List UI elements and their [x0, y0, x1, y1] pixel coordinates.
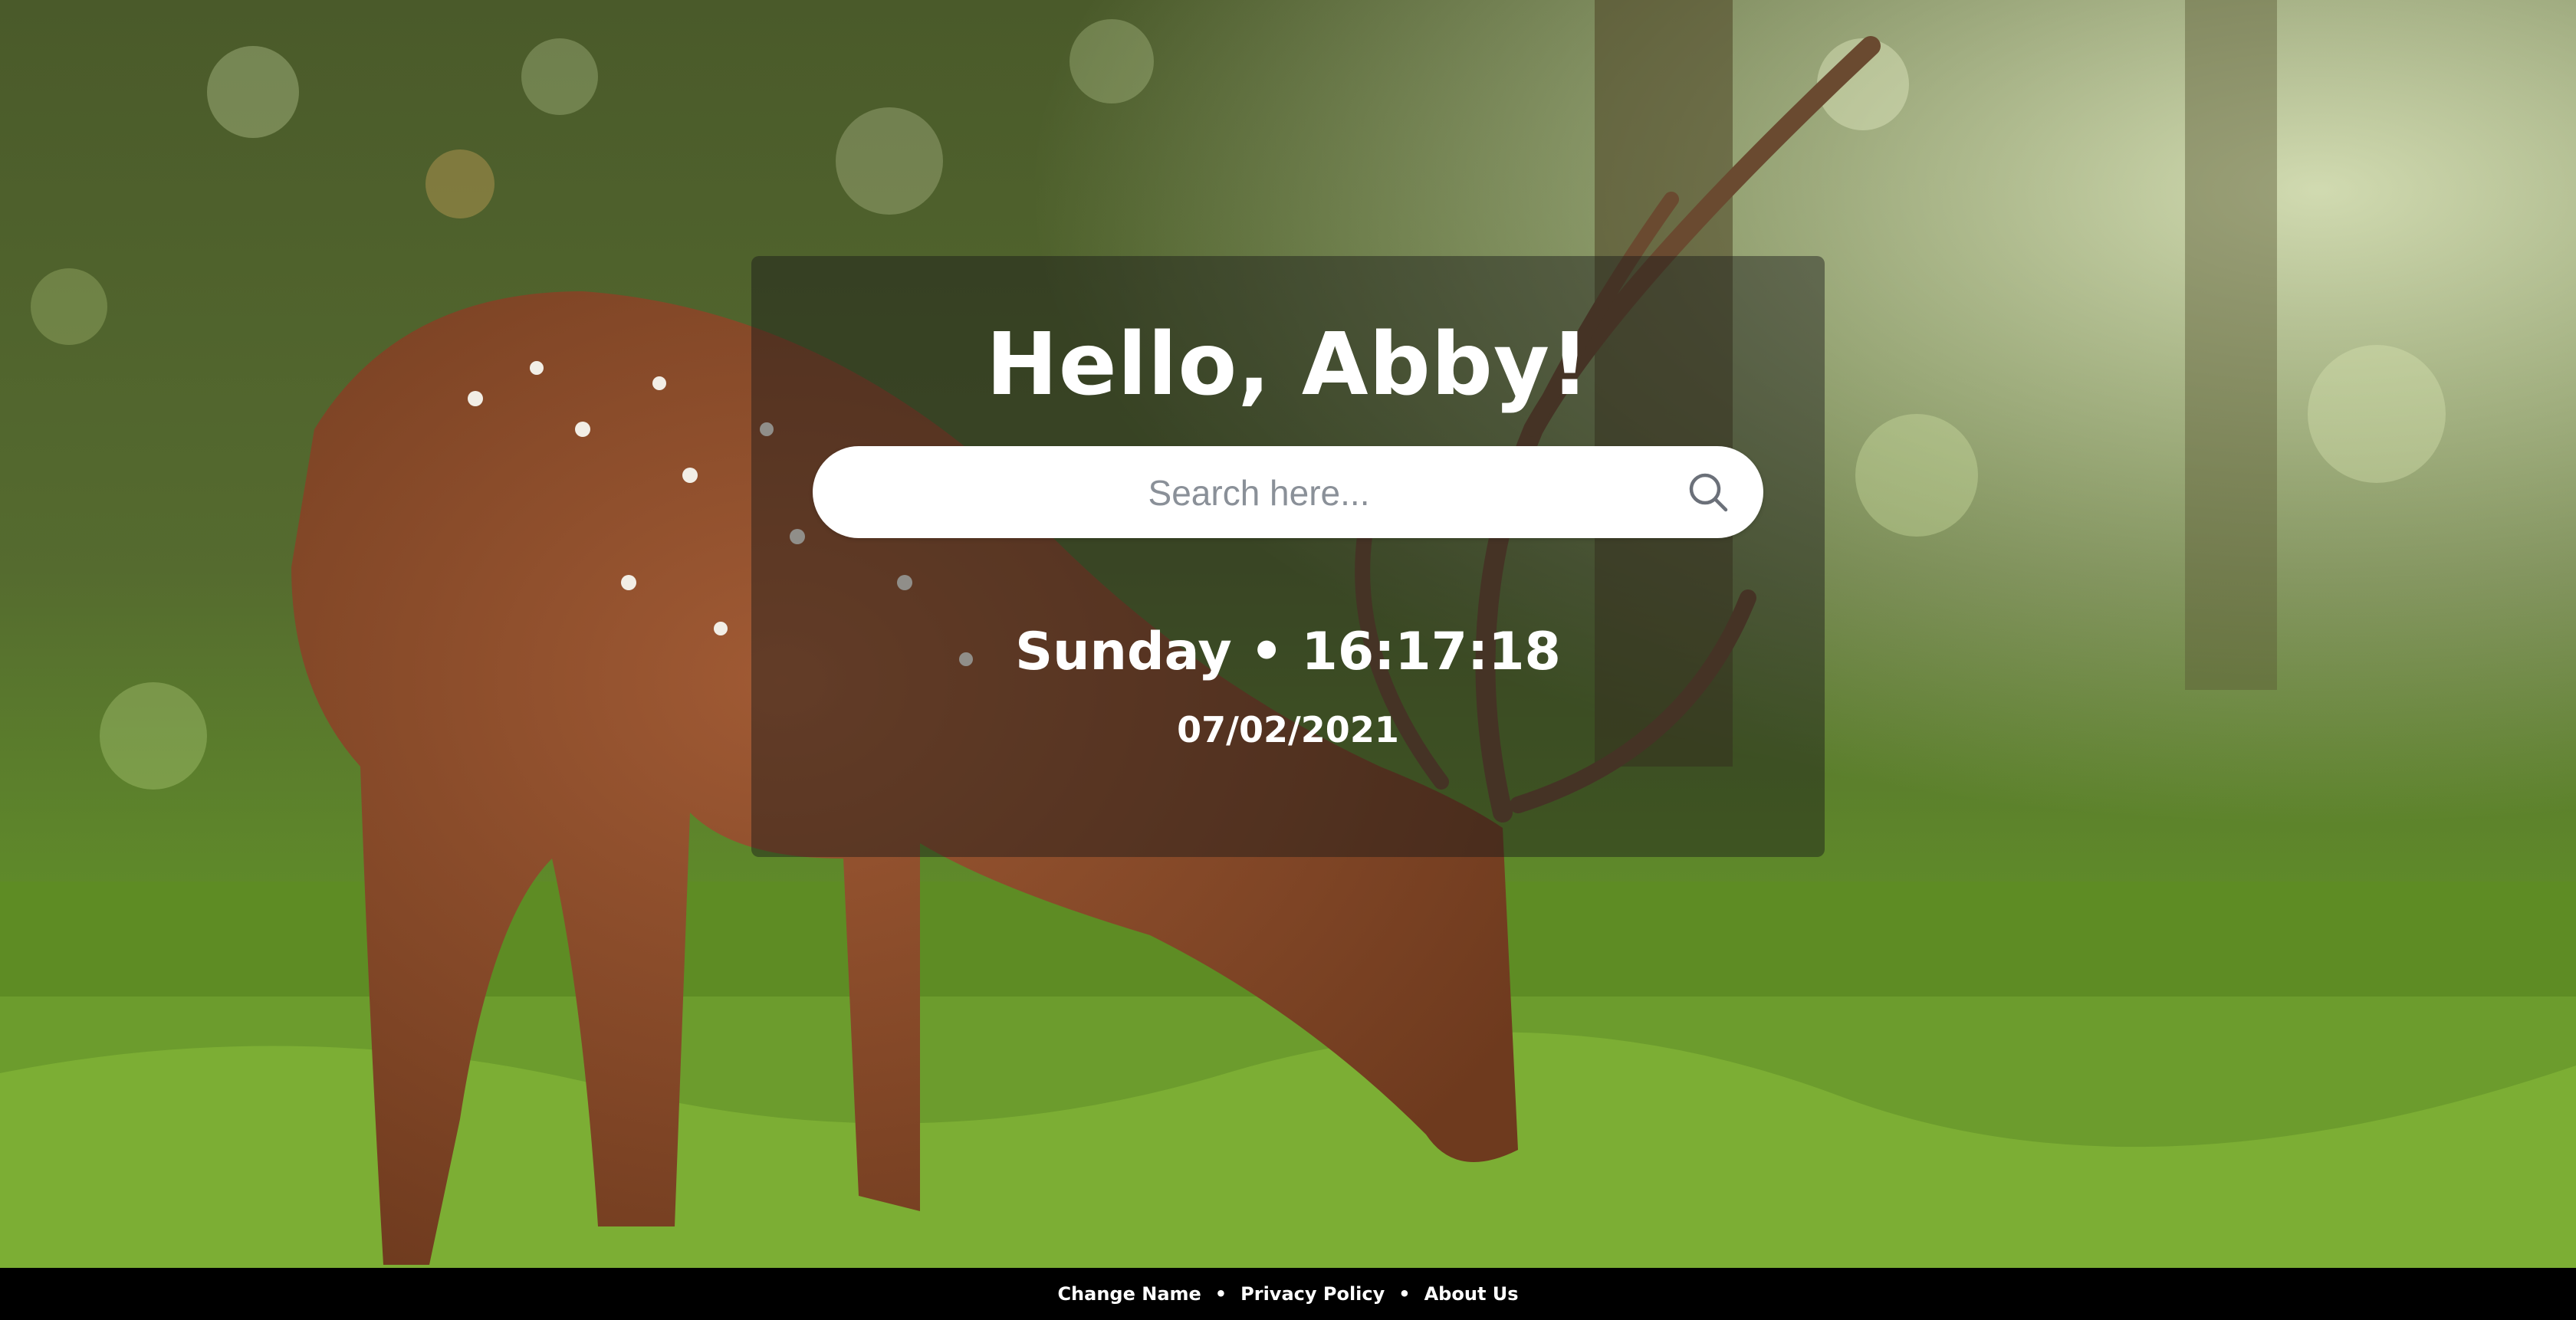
- day-time-clock: Sunday • 16:17:18: [1015, 622, 1561, 682]
- greeting-heading: Hello, Abby!: [985, 315, 1591, 415]
- about-us-link[interactable]: About Us: [1424, 1283, 1519, 1305]
- current-date: 07/02/2021: [1177, 709, 1399, 750]
- search-bar[interactable]: [813, 446, 1763, 540]
- footer-separator: •: [1398, 1283, 1411, 1305]
- footer-bar: Change Name • Privacy Policy • About Us: [0, 1268, 2576, 1320]
- change-name-link[interactable]: Change Name: [1057, 1283, 1201, 1305]
- search-icon[interactable]: [1687, 471, 1730, 514]
- privacy-policy-link[interactable]: Privacy Policy: [1240, 1283, 1385, 1305]
- search-input[interactable]: [859, 446, 1659, 540]
- footer-separator: •: [1214, 1283, 1227, 1305]
